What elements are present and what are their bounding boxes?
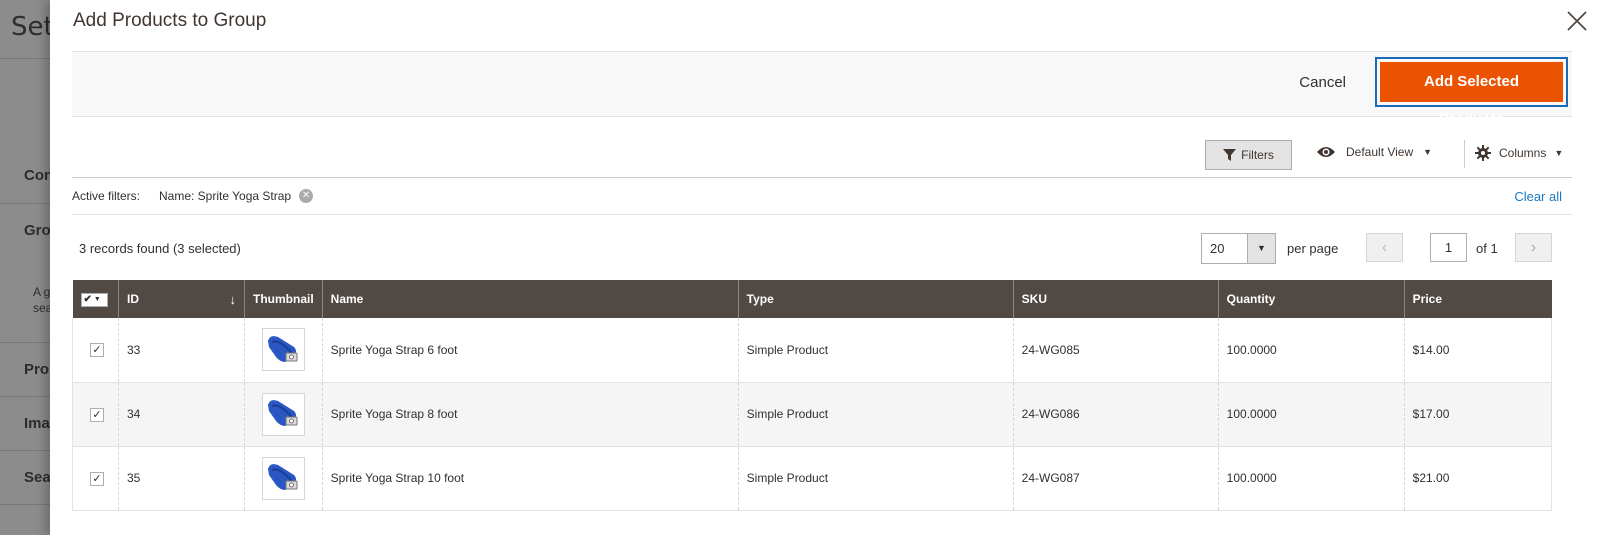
default-view-dropdown[interactable]: Default View ▼ bbox=[1316, 145, 1432, 159]
column-header-id[interactable]: ID ↓ bbox=[118, 280, 245, 318]
column-header-sku[interactable]: SKU bbox=[1012, 280, 1219, 318]
chevron-left-icon: ‹ bbox=[1381, 239, 1388, 256]
next-page-button[interactable]: › bbox=[1515, 233, 1552, 262]
cell-id: 34 bbox=[118, 382, 245, 447]
background-section-label: Sea bbox=[24, 469, 51, 486]
cell-sku: 24-WG086 bbox=[1012, 382, 1219, 447]
cell-price: $14.00 bbox=[1403, 318, 1553, 383]
yoga-strap-image bbox=[268, 335, 298, 362]
cell-thumbnail bbox=[244, 318, 323, 383]
background-section-label: Con bbox=[24, 167, 54, 184]
mass-select-column: ✔ ▼ bbox=[72, 280, 119, 318]
columns-label: Columns bbox=[1499, 146, 1547, 160]
close-button[interactable] bbox=[1564, 8, 1590, 34]
row-checkbox[interactable]: ✓ bbox=[90, 407, 104, 422]
grid-header-row: ✔ ▼ ID ↓ Thumbnail Name Type SKU Quantity… bbox=[72, 280, 1552, 318]
product-thumbnail bbox=[261, 328, 305, 372]
filter-icon bbox=[1223, 149, 1237, 161]
yoga-strap-image bbox=[268, 400, 298, 426]
chevron-right-icon: › bbox=[1530, 239, 1537, 256]
column-header-label: ID bbox=[127, 291, 139, 306]
add-products-modal: Add Products to Group Cancel Add Selecte… bbox=[50, 0, 1600, 535]
close-icon bbox=[1567, 11, 1587, 31]
cancel-button[interactable]: Cancel bbox=[1299, 74, 1346, 91]
column-header-price[interactable]: Price bbox=[1403, 280, 1552, 318]
cell-quantity: 100.0000 bbox=[1217, 318, 1405, 383]
background-page-title: Set bbox=[11, 12, 54, 42]
background-text: A g bbox=[33, 285, 51, 299]
filters-button[interactable]: Filters bbox=[1205, 140, 1292, 170]
cell-id: 33 bbox=[118, 318, 245, 383]
page-number-input[interactable]: 1 bbox=[1430, 233, 1467, 262]
mass-select-checkbox[interactable]: ✔ ▼ bbox=[80, 292, 108, 307]
default-view-label: Default View bbox=[1346, 145, 1414, 159]
cell-sku: 24-WG087 bbox=[1012, 446, 1219, 511]
cell-thumbnail bbox=[244, 446, 323, 511]
row-select-cell: ✓ bbox=[72, 318, 119, 383]
row-select-cell: ✓ bbox=[72, 446, 119, 511]
cell-type: Simple Product bbox=[737, 318, 1014, 383]
gear-icon bbox=[1475, 145, 1491, 161]
modal-action-bar: Cancel Add Selected Products bbox=[72, 51, 1572, 128]
cell-name: Sprite Yoga Strap 8 foot bbox=[321, 382, 739, 447]
checkmark-icon: ✔ bbox=[83, 294, 92, 306]
row-checkbox[interactable]: ✓ bbox=[90, 343, 104, 358]
cell-type: Simple Product bbox=[737, 446, 1014, 511]
products-grid: ✔ ▼ ID ↓ Thumbnail Name Type SKU Quantity… bbox=[72, 280, 1553, 511]
sort-descending-icon: ↓ bbox=[229, 291, 237, 307]
row-select-cell: ✓ bbox=[72, 382, 119, 447]
column-header-thumbnail: Thumbnail bbox=[244, 280, 323, 318]
yoga-strap-image bbox=[268, 464, 298, 490]
table-row[interactable]: ✓ 34 Sprite Yoga Strap 8 foot Simple Pro… bbox=[72, 382, 1553, 447]
active-filters-row: Active filters: Name: Sprite Yoga Strap … bbox=[72, 177, 1572, 215]
cell-thumbnail bbox=[244, 382, 323, 447]
eye-icon bbox=[1317, 147, 1335, 157]
add-selected-products-button[interactable]: Add Selected Products bbox=[1380, 62, 1563, 128]
columns-dropdown[interactable]: Columns ▼ bbox=[1475, 145, 1563, 161]
per-page-toggle-caret-icon[interactable]: ▼ bbox=[1247, 234, 1275, 263]
clear-all-link[interactable]: Clear all bbox=[1514, 189, 1562, 204]
cell-type: Simple Product bbox=[737, 382, 1014, 447]
row-checkbox[interactable]: ✓ bbox=[90, 471, 104, 486]
remove-filter-icon[interactable]: ✕ bbox=[299, 189, 314, 203]
caret-down-icon: ▼ bbox=[93, 296, 101, 304]
cell-sku: 24-WG085 bbox=[1012, 318, 1219, 383]
toolbar-separator bbox=[1464, 140, 1465, 168]
grid-toolbar: Filters Default View ▼ Columns ▼ bbox=[72, 140, 1572, 170]
cell-id: 35 bbox=[118, 446, 245, 511]
per-page-value: 20 bbox=[1210, 241, 1225, 256]
active-filter-chip: Name: Sprite Yoga Strap ✕ bbox=[159, 189, 314, 203]
active-filter-chip-label: Name: Sprite Yoga Strap bbox=[159, 189, 292, 203]
cell-price: $17.00 bbox=[1403, 382, 1553, 447]
add-button-focus-outline: Add Selected Products bbox=[1375, 57, 1568, 128]
cell-name: Sprite Yoga Strap 10 foot bbox=[321, 446, 739, 511]
background-section-label: Pro bbox=[24, 361, 50, 378]
product-thumbnail bbox=[261, 392, 305, 436]
active-filters-label: Active filters: bbox=[72, 189, 141, 203]
per-page-select[interactable]: 20 ▼ bbox=[1201, 233, 1276, 264]
product-thumbnail bbox=[261, 456, 305, 500]
column-header-name[interactable]: Name bbox=[321, 280, 739, 318]
cell-price: $21.00 bbox=[1403, 446, 1553, 511]
previous-page-button[interactable]: ‹ bbox=[1366, 233, 1403, 262]
table-row[interactable]: ✓ 33 Sprite Yoga Strap 6 foot Simple Pro… bbox=[72, 318, 1553, 383]
background-section-label: Ima bbox=[24, 415, 50, 432]
table-row[interactable]: ✓ 35 Sprite Yoga Strap 10 foot Simple Pr… bbox=[72, 446, 1553, 511]
column-header-quantity[interactable]: Quantity bbox=[1217, 280, 1405, 318]
background-section-label: Gro bbox=[24, 222, 51, 239]
per-page-label: per page bbox=[1287, 241, 1339, 256]
filters-button-label: Filters bbox=[1241, 148, 1274, 162]
page-total: of 1 bbox=[1476, 241, 1498, 256]
cell-quantity: 100.0000 bbox=[1217, 382, 1405, 447]
caret-down-icon: ▼ bbox=[1554, 148, 1564, 158]
records-count: 3 records found (3 selected) bbox=[79, 241, 241, 256]
cell-quantity: 100.0000 bbox=[1217, 446, 1405, 511]
column-header-type[interactable]: Type bbox=[737, 280, 1014, 318]
caret-down-icon: ▼ bbox=[1423, 147, 1433, 157]
modal-title: Add Products to Group bbox=[73, 10, 267, 31]
cell-name: Sprite Yoga Strap 6 foot bbox=[321, 318, 739, 383]
